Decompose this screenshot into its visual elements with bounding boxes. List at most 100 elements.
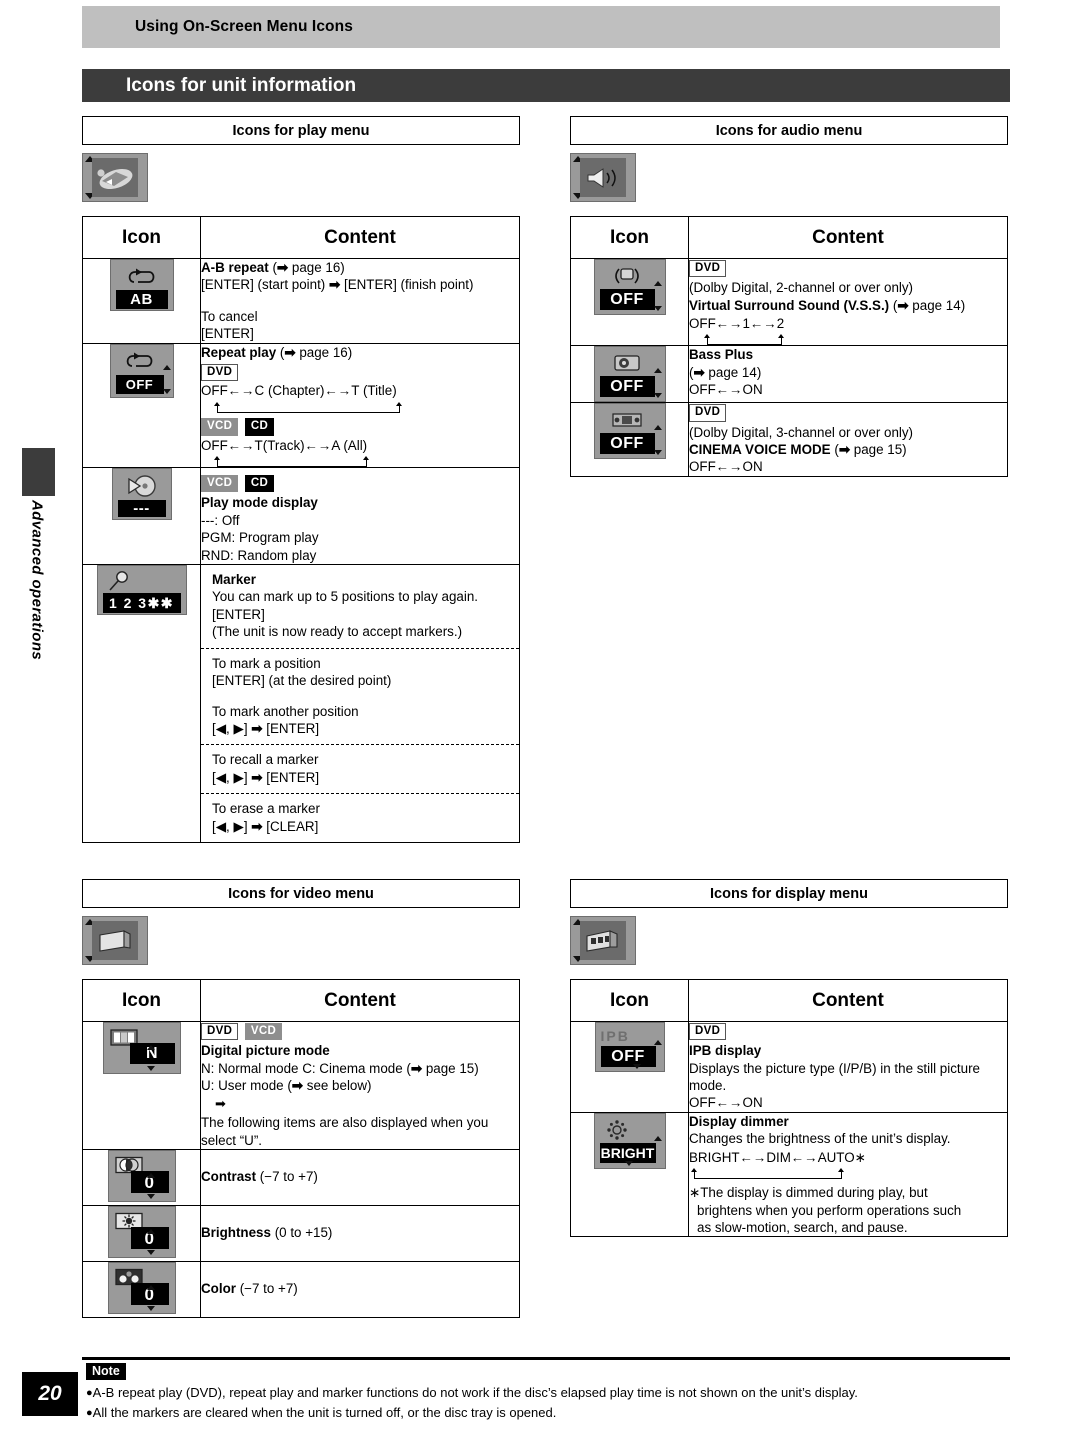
repeat-vcdcd-cycle-text: OFF←→T(Track)←→A (All) [201,437,368,453]
cinema-voice-content-cell: DVD (Dolby Digital, 3-channel or over on… [688,402,1008,477]
running-head-text: Using On-Screen Menu Icons [135,18,353,35]
arrow-right-icon: ➡ [291,1077,304,1093]
table-row: 0 Color (−7 to +7) [82,1261,520,1319]
vss-ref: (➡ page 14) [892,297,966,313]
digital-picture-mode-icon: N [102,1022,181,1074]
badge-dvd: DVD [689,1022,727,1041]
play-menu-icon [82,153,148,202]
contrast-content-cell: Contrast (−7 to +7) [200,1149,520,1207]
badge-cd: CD [244,475,275,493]
speaker-glyph-icon [587,167,616,188]
ab-repeat-line2: To cancel [201,308,258,324]
color-icon: 0 [107,1262,176,1315]
chapter-title-text: Icons for unit information [126,74,357,96]
chapter-title-bar: Icons for unit information [82,69,1010,102]
ab-repeat-line1b: [ENTER] (finish point) [343,277,474,293]
dimmer-line1: Changes the brightness of the unit’s dis… [689,1131,951,1147]
vss-value: OFF [599,289,655,310]
display-menu-glyph [580,921,626,960]
note-badge: Note [86,1363,126,1380]
repeat-ab-value: AB [115,290,168,309]
marker-sub-recall: To recall a marker [◀, ▶] ➡ [ENTER] [201,744,519,793]
arrow-right-icon: ➡ [838,441,851,457]
scroll-down-arrow-icon [146,1250,155,1256]
scroll-up-arrow-icon [653,1040,662,1045]
table-row: IPB OFF DVD IPB display Displays the pic… [570,1021,1008,1113]
ipb-value: OFF [600,1046,656,1067]
contrast-range: (−7 to +7) [259,1169,318,1185]
marker-intro1: You can mark up to 5 positions to play a… [212,589,479,605]
vss-cycle-text: OFF←→1←→2 [689,315,785,331]
scroll-up-arrow-icon [146,1229,155,1235]
display-dimmer-icon: BRIGHT [593,1112,666,1169]
audio-menu-section-title-text: Icons for audio menu [715,122,863,139]
right-arrow-icon: ▶ [233,721,244,737]
cinema-voice-ref: (➡ page 15) [834,441,907,457]
dimmer-foot2: brightens when you perform operations su… [697,1202,962,1218]
play-mode-icon-cell: --- [82,467,201,566]
repeat-play-heading: Repeat play [201,344,277,360]
dimmer-foot1: ∗The display is dimmed during play, but [689,1185,928,1201]
side-section-label: Advanced operations [0,500,74,720]
play-mode-content-cell: VCD CD Play mode display ---: Off PGM: P… [200,467,520,566]
vss-heading: Virtual Surround Sound (V.S.S.) [689,297,890,313]
arrow-right-icon: ➡ [693,364,705,380]
digital-picture-icon-cell: N [82,1020,201,1151]
table-row: 1 2 3✱✱ Marker You can mark up to 5 posi… [82,564,520,844]
scroll-up-arrow-icon [146,1173,155,1179]
section-play-menu: Icons for play menu Icon Content AB A-B … [82,116,520,844]
right-arrow-icon: ▶ [233,818,244,834]
table-row: --- VCD CD Play mode display ---: Off PG… [82,467,520,566]
arrow-right-icon: ➡ [251,769,263,785]
cycle-loop-arrow-icon [201,400,519,413]
table-row: BRIGHT Display dimmer Changes the bright… [570,1111,1008,1238]
dimmer-icon-cell: BRIGHT [570,1111,689,1238]
vss-off-icon: OFF [593,259,666,315]
cinema-voice-heading: CINEMA VOICE MODE [689,441,831,457]
display-menu-icon [570,916,636,965]
scroll-up-arrow-icon [653,425,662,431]
badge-vcd: VCD [201,475,239,493]
display-menu-section-title: Icons for display menu [570,879,1008,908]
marker-intro3: (The unit is now ready to accept markers… [212,624,463,640]
contrast-icon: 0 [107,1150,176,1203]
arrow-right-icon: ➡ [329,277,341,293]
scroll-down-arrow-icon [162,388,171,394]
repeat-loop-glyph-icon [116,264,168,288]
ipb-cycle: OFF←→ON [689,1095,763,1111]
dimmer-heading: Display dimmer [689,1113,789,1129]
note-2-text: All the markers are cleared when the uni… [92,1405,557,1421]
repeat-play-content-cell: Repeat play (➡ page 16) DVD OFF←→C (Chap… [200,342,520,469]
ipb-icon-cell: IPB OFF [570,1021,689,1113]
audio-table-header-content: Content [688,216,1008,259]
digital-picture-line3: The following items are also displayed w… [201,1115,489,1131]
repeat-play-ref: (➡ page 16) [279,344,353,360]
scroll-up-arrow-icon [653,1135,662,1141]
cinema-voice-icon-cell: OFF [570,402,689,477]
brightness-range: (0 to +15) [274,1225,333,1241]
ipb-icon-label: IPB [600,1027,630,1044]
repeat-dvd-cycle-text: OFF←→C (Chapter)←→T (Title) [201,383,397,399]
bass-plus-cycle: OFF←→ON [689,382,763,398]
section-audio-menu: Icons for audio menu Icon Content OFF DV… [570,116,1008,477]
bullet-icon: ● [86,1407,93,1420]
cycle-loop-arrow-icon [689,1166,1007,1180]
dimmer-cycle: BRIGHT←→DIM←→AUTO∗ [689,1149,1007,1180]
brightness-icon-cell: 0 [82,1205,201,1263]
video-table-header-content: Content [200,979,520,1022]
repeat-dvd-cycle: OFF←→C (Chapter)←→T (Title) [201,382,519,413]
contrast-heading: Contrast [201,1169,257,1185]
disc-play-glyph-icon [97,168,133,189]
vss-content-cell: DVD (Dolby Digital, 2-channel or over on… [688,257,1008,347]
brightness-icon: 0 [107,1206,176,1259]
marker-intro2: [ENTER] [212,606,265,622]
play-menu-table: Icon Content AB A-B repeat (➡ page 16) [… [82,216,520,844]
digital-picture-line4: select “U”. [201,1132,263,1148]
scroll-up-arrow-icon [653,368,662,374]
note-1-text: A-B repeat play (DVD), repeat play and m… [92,1385,858,1400]
ipb-off-icon: IPB OFF [594,1022,665,1072]
play-table-header-content: Content [200,216,520,259]
color-range: (−7 to +7) [239,1281,298,1297]
page-number: 20 [22,1372,78,1416]
right-arrow-icon: ▶ [233,769,244,785]
